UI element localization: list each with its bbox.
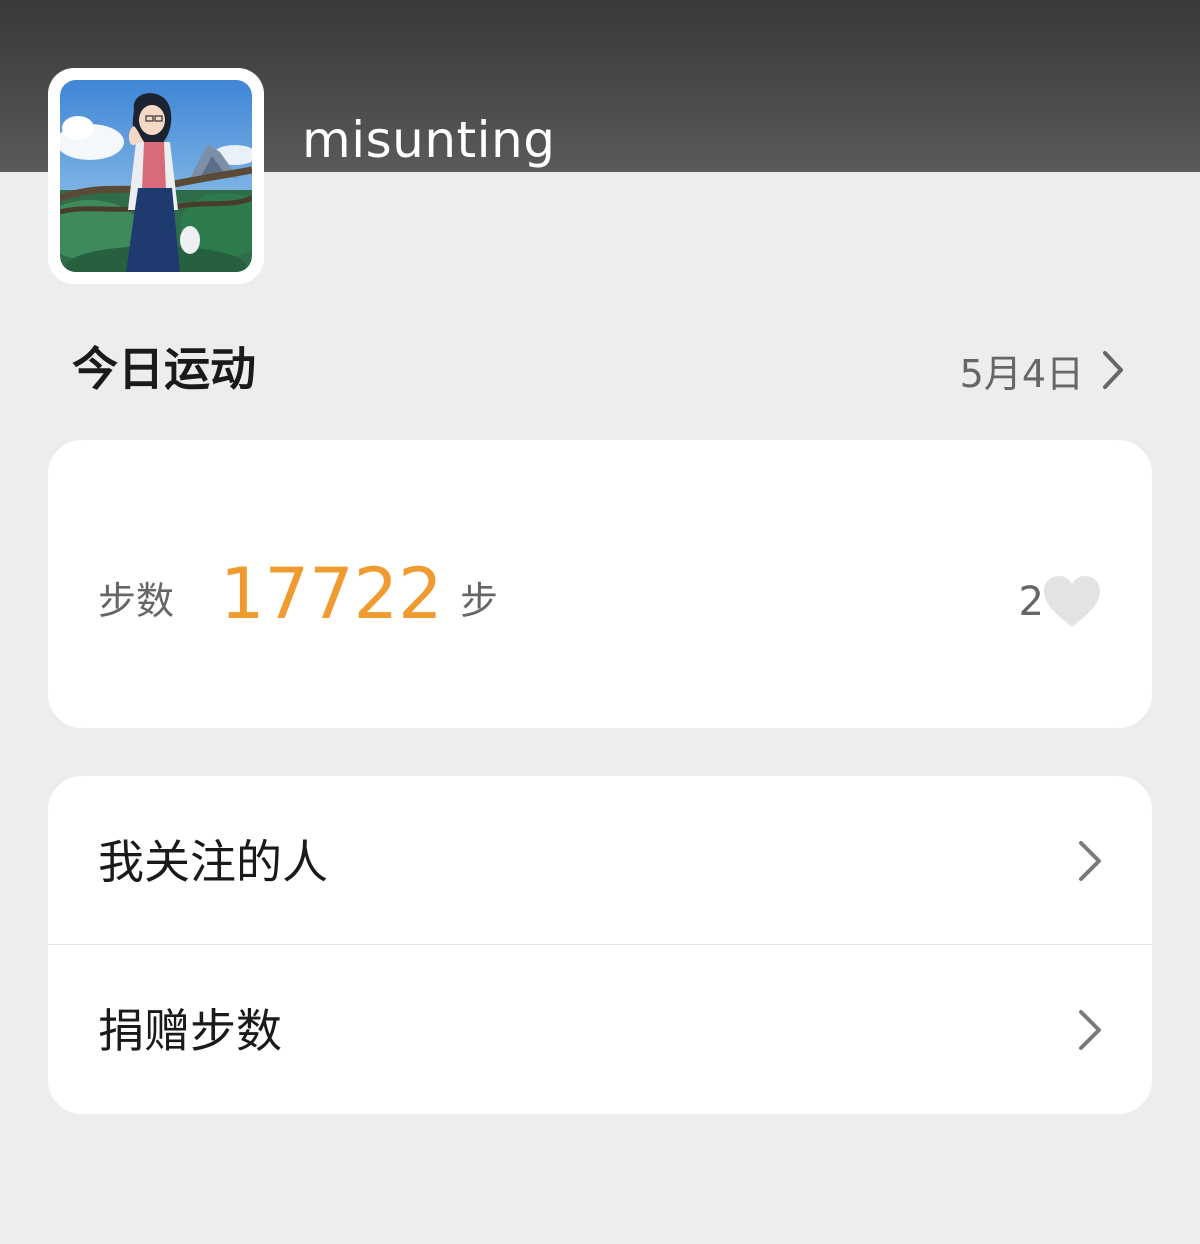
like-count: 2: [1018, 579, 1044, 625]
steps-card: 步数 17722 步 2: [48, 440, 1152, 728]
date-label: 5月4日: [959, 351, 1084, 396]
steps-value: 17722: [220, 553, 443, 635]
menu-item-label: 我关注的人: [98, 835, 328, 889]
heart-icon: [1044, 576, 1100, 627]
chevron-right-icon: [1079, 1010, 1101, 1050]
chevron-right-icon: [1079, 841, 1101, 881]
steps-unit: 步: [460, 579, 499, 623]
menu-item-donate-steps[interactable]: 捐赠步数: [48, 945, 1152, 1113]
steps-label: 步数: [98, 579, 175, 623]
avatar[interactable]: [48, 68, 264, 284]
avatar-image: [60, 80, 252, 272]
section-title-today: 今日运动: [72, 342, 256, 396]
username: misunting: [302, 111, 556, 169]
chevron-right-icon: [1103, 351, 1123, 389]
menu-item-following[interactable]: 我关注的人: [48, 776, 1152, 944]
like-button[interactable]: 2: [1019, 574, 1102, 630]
menu-card: 我关注的人 捐赠步数: [48, 776, 1152, 1114]
date-selector[interactable]: 5月4日: [960, 340, 1124, 400]
menu-item-label: 捐赠步数: [98, 1004, 282, 1058]
